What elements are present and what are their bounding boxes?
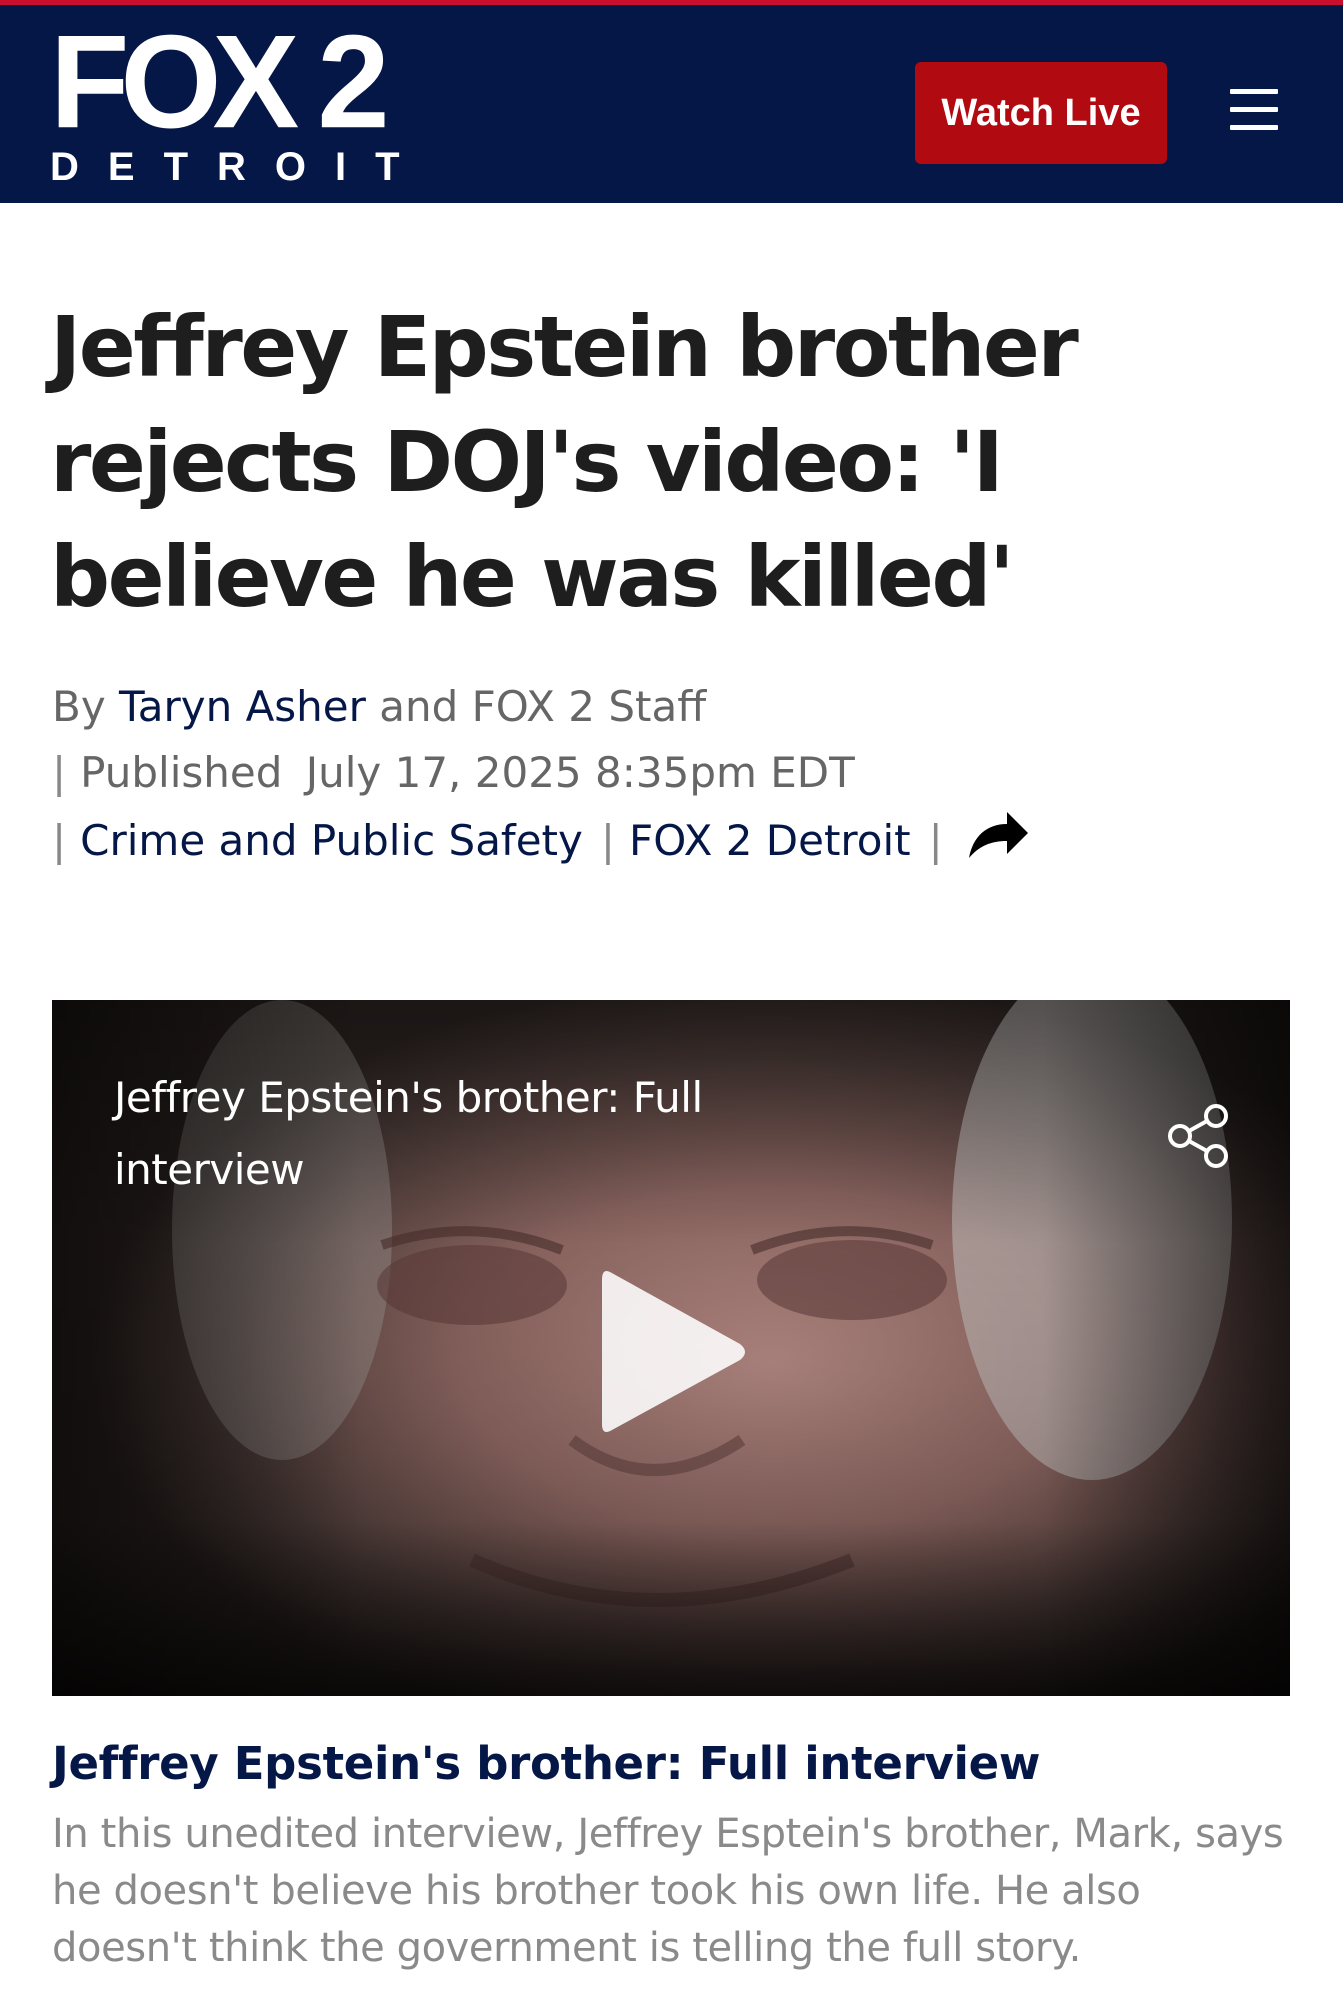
article-byline: By Taryn Asher and FOX 2 Staff | Publishe…	[52, 674, 1252, 872]
category-link[interactable]: Crime and Public Safety	[80, 816, 583, 865]
published-label: Published	[80, 748, 283, 797]
separator: |	[928, 816, 943, 865]
article-headline: Jeffrey Epstein brother rejects DOJ's vi…	[50, 298, 1079, 626]
separator: |	[52, 748, 67, 797]
published-date: July 17, 2025 8:35pm EDT	[305, 748, 855, 797]
share-nodes-icon[interactable]	[1164, 1100, 1234, 1170]
co-author-label: and FOX 2 Staff	[379, 682, 707, 731]
play-icon[interactable]	[582, 1252, 762, 1452]
by-label: By	[52, 682, 106, 731]
share-arrow-icon[interactable]	[965, 806, 1031, 881]
video-caption-description: In this unedited interview, Jeffrey Espt…	[52, 1811, 1284, 1971]
video-overlay-title: Jeffrey Epstein's brother: Full intervie…	[114, 1073, 703, 1194]
source-link[interactable]: FOX 2 Detroit	[629, 816, 911, 865]
video-caption-title: Jeffrey Epstein's brother: Full intervie…	[52, 1737, 1041, 1790]
byline-tags-row: | Crime and Public Safety | FOX 2 Detroit |	[52, 806, 1252, 872]
byline-published-row: | Published July 17, 2025 8:35pm EDT	[52, 740, 1252, 806]
byline-authors-row: By Taryn Asher and FOX 2 Staff	[52, 674, 1252, 740]
separator: |	[52, 816, 67, 865]
logo-subtitle: DETROIT	[50, 145, 429, 189]
separator: |	[600, 816, 616, 865]
hamburger-menu-icon[interactable]	[1228, 83, 1280, 135]
fox2-detroit-logo[interactable]: FOX 2 DETROIT	[50, 15, 430, 190]
logo-wordmark: FOX 2	[50, 6, 390, 156]
author-link[interactable]: Taryn Asher	[119, 682, 366, 731]
watch-live-button[interactable]: Watch Live	[915, 62, 1167, 164]
site-header: FOX 2 DETROIT Watch Live	[0, 5, 1343, 203]
video-player[interactable]: Jeffrey Epstein's brother: Full intervie…	[52, 1000, 1290, 1696]
